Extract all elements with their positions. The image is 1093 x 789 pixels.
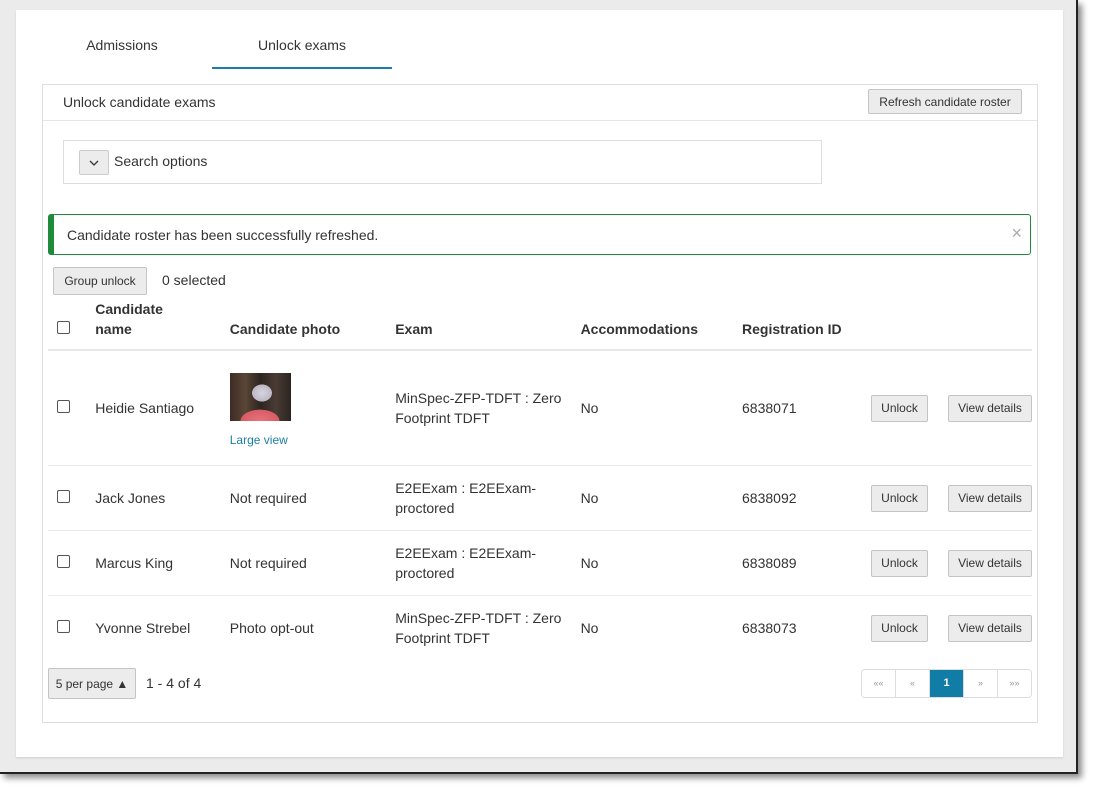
exam-name: E2EExam : E2EExam-proctored: [395, 465, 581, 531]
accommodations-value: No: [580, 350, 743, 466]
header-accommodations[interactable]: Accommodations: [580, 299, 743, 351]
table-row: Heidie Santiago Large view MinSpec-ZFP-T…: [48, 350, 1032, 466]
last-page-button[interactable]: »»: [998, 670, 1031, 697]
exam-name: MinSpec-ZFP-TDFT : Zero Footprint TDFT: [395, 610, 562, 646]
registration-id: 6838071: [742, 350, 871, 466]
tab-bar: Admissions Unlock exams: [48, 10, 448, 69]
unlock-button[interactable]: Unlock: [871, 394, 928, 422]
table-header-row: Candidate name Candidate photo Exam Acco…: [48, 299, 1032, 351]
tab-unlock-exams[interactable]: Unlock exams: [212, 10, 392, 69]
candidate-table: Candidate name Candidate photo Exam Acco…: [48, 299, 1032, 660]
candidate-name: Heidie Santiago: [95, 350, 230, 466]
table-row: Jack Jones Not required E2EExam : E2EExa…: [48, 465, 1032, 531]
view-details-button[interactable]: View details: [948, 394, 1032, 422]
candidate-photo-status: Not required: [229, 530, 396, 596]
header-exam[interactable]: Exam: [395, 299, 581, 351]
page-1-button[interactable]: 1: [930, 670, 964, 697]
row-checkbox[interactable]: [57, 490, 70, 503]
results-range: 1 - 4 of 4: [146, 675, 202, 691]
search-options-toggle[interactable]: [79, 150, 109, 175]
alert-message: Candidate roster has been successfully r…: [67, 227, 379, 243]
header-actions: [871, 299, 1032, 351]
select-all-checkbox[interactable]: [57, 321, 70, 334]
registration-id: 6838073: [742, 620, 797, 636]
panel-header: Unlock candidate exams Refresh candidate…: [43, 85, 1037, 121]
page-container: Admissions Unlock exams Unlock candidate…: [16, 10, 1063, 757]
unlock-panel: Unlock candidate exams Refresh candidate…: [42, 84, 1038, 723]
chevron-down-icon: [89, 160, 99, 166]
row-checkbox[interactable]: [57, 555, 70, 568]
unlock-button[interactable]: Unlock: [871, 484, 928, 512]
header-candidate-photo: Candidate photo: [229, 299, 396, 351]
candidate-name: Jack Jones: [95, 465, 230, 531]
accommodations-value: No: [580, 620, 599, 636]
search-options-label[interactable]: Search options: [114, 153, 207, 169]
accommodations-value: No: [580, 530, 743, 596]
row-checkbox[interactable]: [57, 620, 70, 633]
view-details-button[interactable]: View details: [948, 614, 1032, 642]
row-checkbox[interactable]: [57, 400, 70, 413]
table-row: Yvonne Strebel Photo opt-out MinSpec-ZFP…: [48, 596, 1032, 661]
candidate-photo[interactable]: [229, 372, 291, 421]
close-icon[interactable]: ×: [1011, 224, 1022, 242]
first-page-button[interactable]: ««: [862, 670, 896, 697]
prev-page-button[interactable]: «: [896, 670, 930, 697]
header-registration-id[interactable]: Registration ID: [742, 299, 871, 351]
table-row: Marcus King Not required E2EExam : E2EEx…: [48, 530, 1032, 596]
exam-name: MinSpec-ZFP-TDFT : Zero Footprint TDFT: [395, 350, 581, 466]
candidate-name: Marcus King: [95, 530, 230, 596]
pagination: «« « 1 » »»: [861, 669, 1032, 698]
selected-count: 0 selected: [162, 272, 226, 288]
view-details-button[interactable]: View details: [948, 549, 1032, 577]
search-options-section: Search options: [63, 140, 822, 184]
unlock-button[interactable]: Unlock: [871, 549, 928, 577]
window-frame: Admissions Unlock exams Unlock candidate…: [0, 0, 1078, 774]
registration-id: 6838092: [742, 465, 871, 531]
accommodations-value: No: [580, 465, 743, 531]
refresh-roster-button[interactable]: Refresh candidate roster: [868, 89, 1022, 114]
tab-admissions[interactable]: Admissions: [48, 10, 196, 67]
candidate-photo-status: Photo opt-out: [229, 620, 314, 636]
unlock-button[interactable]: Unlock: [871, 614, 928, 642]
group-unlock-button[interactable]: Group unlock: [53, 267, 147, 295]
exam-name: E2EExam : E2EExam-proctored: [395, 530, 581, 596]
candidate-name: Yvonne Strebel: [95, 620, 191, 636]
candidate-photo-status: Not required: [229, 465, 396, 531]
success-alert: Candidate roster has been successfully r…: [48, 214, 1031, 255]
registration-id: 6838089: [742, 530, 871, 596]
large-view-link[interactable]: Large view: [230, 430, 395, 450]
view-details-button[interactable]: View details: [948, 484, 1032, 512]
table-footer: 5 per page ▲ 1 - 4 of 4 «« « 1 » »»: [48, 668, 1032, 700]
header-candidate-name[interactable]: Candidate name: [95, 299, 230, 351]
panel-title: Unlock candidate exams: [63, 94, 216, 110]
per-page-dropdown[interactable]: 5 per page ▲: [48, 668, 136, 699]
next-page-button[interactable]: »: [964, 670, 998, 697]
